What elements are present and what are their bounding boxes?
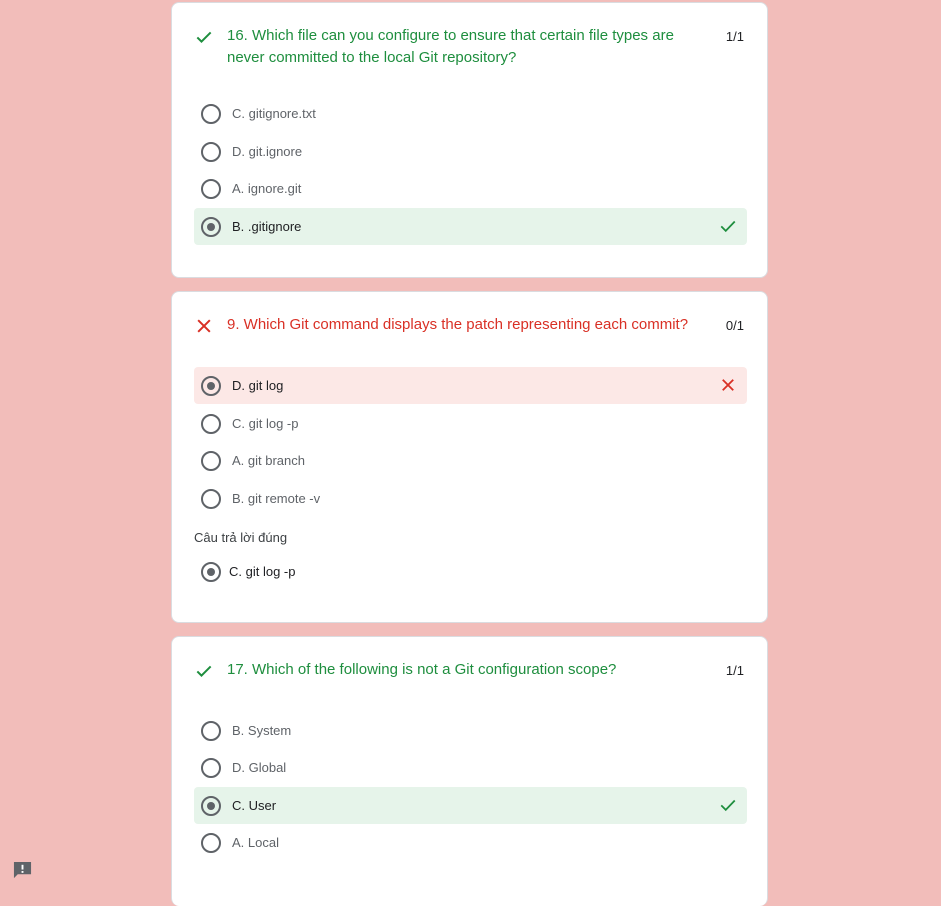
question-score: 0/1 <box>725 318 744 333</box>
radio-button[interactable] <box>201 179 221 199</box>
option-c[interactable]: C. git log -p <box>194 405 747 442</box>
question-card-9: 9. Which Git command displays the patch … <box>171 291 768 623</box>
report-icon[interactable] <box>12 861 33 880</box>
option-label: D. git log <box>232 378 284 393</box>
option-d[interactable]: D. Global <box>194 749 747 786</box>
correct-answer-heading: Câu trả lời đúng <box>194 530 288 545</box>
option-label: B. System <box>232 723 292 738</box>
correct-answer-option: C. git log -p <box>194 553 747 590</box>
radio-button[interactable] <box>201 489 221 509</box>
option-b-correct[interactable]: B. .gitignore <box>194 208 747 245</box>
question-title: 9. Which Git command displays the patch … <box>227 316 689 333</box>
option-a[interactable]: A. Local <box>194 824 747 861</box>
option-label: A. ignore.git <box>232 181 302 196</box>
radio-button-selected[interactable] <box>201 376 221 396</box>
option-label: A. git branch <box>232 453 305 468</box>
radio-button[interactable] <box>201 833 221 853</box>
question-score: 1/1 <box>725 663 744 678</box>
option-label: C. git log -p <box>232 416 299 431</box>
radio-button-selected[interactable] <box>201 217 221 237</box>
radio-button-selected <box>201 562 221 582</box>
check-icon <box>720 799 736 812</box>
radio-button[interactable] <box>201 721 221 741</box>
question-title: 17. Which of the following is not a Git … <box>227 661 617 678</box>
option-a[interactable]: A. ignore.git <box>194 170 747 207</box>
radio-button[interactable] <box>201 104 221 124</box>
question-title: 16. Which file can you configure to ensu… <box>227 27 674 66</box>
check-icon <box>720 220 736 233</box>
radio-button[interactable] <box>201 451 221 471</box>
option-b[interactable]: B. System <box>194 712 747 749</box>
option-label: B. git remote -v <box>232 491 321 506</box>
close-icon <box>197 319 211 333</box>
question-card-17: 17. Which of the following is not a Git … <box>171 636 768 906</box>
check-icon <box>196 31 212 43</box>
question-card-16: 16. Which file can you configure to ensu… <box>171 2 768 278</box>
option-c[interactable]: C. gitignore.txt <box>194 95 747 132</box>
option-a[interactable]: A. git branch <box>194 442 747 479</box>
option-label: C. gitignore.txt <box>232 106 316 121</box>
option-label: B. .gitignore <box>232 219 302 234</box>
option-label: C. User <box>232 798 277 813</box>
option-label: A. Local <box>232 835 279 850</box>
option-d[interactable]: D. git.ignore <box>194 133 747 170</box>
radio-button[interactable] <box>201 758 221 778</box>
option-d-wrong[interactable]: D. git log <box>194 367 747 404</box>
option-label: D. Global <box>232 760 287 775</box>
option-c-correct[interactable]: C. User <box>194 787 747 824</box>
question-score: 1/1 <box>725 29 744 44</box>
radio-button[interactable] <box>201 414 221 434</box>
option-label: C. git log -p <box>229 564 296 579</box>
radio-button[interactable] <box>201 142 221 162</box>
option-b[interactable]: B. git remote -v <box>194 480 747 517</box>
radio-button-selected[interactable] <box>201 796 221 816</box>
check-icon <box>196 665 212 677</box>
option-label: D. git.ignore <box>232 144 303 159</box>
close-icon <box>722 379 734 391</box>
